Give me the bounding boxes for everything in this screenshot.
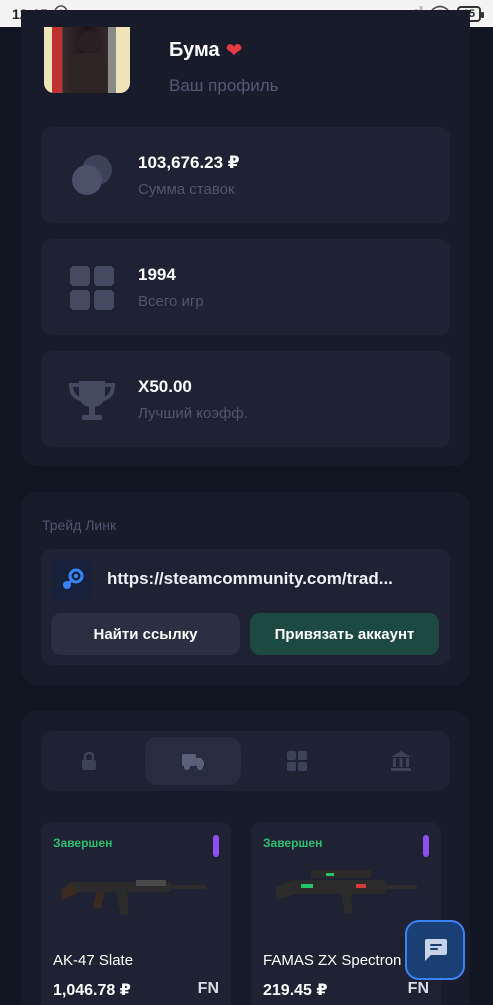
- trophy-icon: [68, 381, 116, 420]
- lock-icon: [82, 751, 96, 770]
- stat-label: Лучший коэфф.: [138, 405, 248, 422]
- truck-icon: [182, 754, 204, 770]
- stat-label: Сумма ставок: [138, 181, 235, 198]
- stat-value: 103,676.23 ₽: [138, 153, 240, 172]
- stat-best-coefficient: X50.00 Лучший коэфф.: [41, 351, 450, 447]
- item-price: 219.45 ₽: [263, 982, 328, 999]
- stat-total-games: 1994 Всего игр: [41, 239, 450, 335]
- item-status: Завершен: [263, 836, 323, 850]
- inventory-card: Завершен AK-47 Slate 1,046.78 ₽ FN Завер…: [21, 711, 470, 1005]
- stat-value: X50.00: [138, 377, 192, 396]
- trade-link-url[interactable]: https://steamcommunity.com/trad...: [107, 569, 393, 589]
- chat-icon: [425, 939, 447, 961]
- grid-icon: [70, 266, 114, 310]
- bind-account-button[interactable]: Привязать аккаунт: [250, 613, 439, 655]
- item-status: Завершен: [53, 836, 113, 850]
- profile-name: Бума: [169, 39, 220, 61]
- heart-icon: ❤: [225, 40, 243, 62]
- item-name: AK-47 Slate: [53, 952, 134, 969]
- rarity-indicator: [213, 835, 219, 857]
- stat-value: 1994: [138, 265, 176, 284]
- stat-total-bets: 103,676.23 ₽ Сумма ставок: [41, 127, 450, 223]
- trade-link-card: Трейд Линк https://steamcommunity.com/tr…: [21, 492, 470, 685]
- inventory-tabs: [41, 731, 450, 791]
- find-link-button[interactable]: Найти ссылку: [51, 613, 240, 655]
- famas-image: [275, 870, 417, 914]
- coins-icon: [72, 155, 112, 195]
- tab-truck[interactable]: [145, 737, 241, 785]
- grid-icon: [287, 751, 307, 771]
- tab-bank[interactable]: [353, 737, 449, 785]
- rarity-indicator: [423, 835, 429, 857]
- steam-icon: [51, 559, 92, 600]
- tab-grid[interactable]: [249, 737, 345, 785]
- inventory-item[interactable]: Завершен AK-47 Slate 1,046.78 ₽ FN: [41, 822, 231, 1005]
- profile-name-row: Бума ❤: [169, 38, 242, 63]
- item-price: 1,046.78 ₽: [53, 982, 131, 999]
- avatar[interactable]: [44, 27, 130, 93]
- trade-link-heading: Трейд Линк: [42, 517, 117, 533]
- stat-label: Всего игр: [138, 293, 204, 310]
- profile-subtitle: Ваш профиль: [169, 76, 279, 95]
- item-wear: FN: [407, 980, 429, 997]
- bank-icon: [391, 751, 411, 771]
- chat-button[interactable]: [405, 920, 465, 980]
- tab-lock[interactable]: [41, 737, 137, 785]
- ak47-image: [61, 880, 206, 915]
- trade-link-box: https://steamcommunity.com/trad... Найти…: [41, 549, 450, 665]
- item-wear: FN: [197, 980, 219, 997]
